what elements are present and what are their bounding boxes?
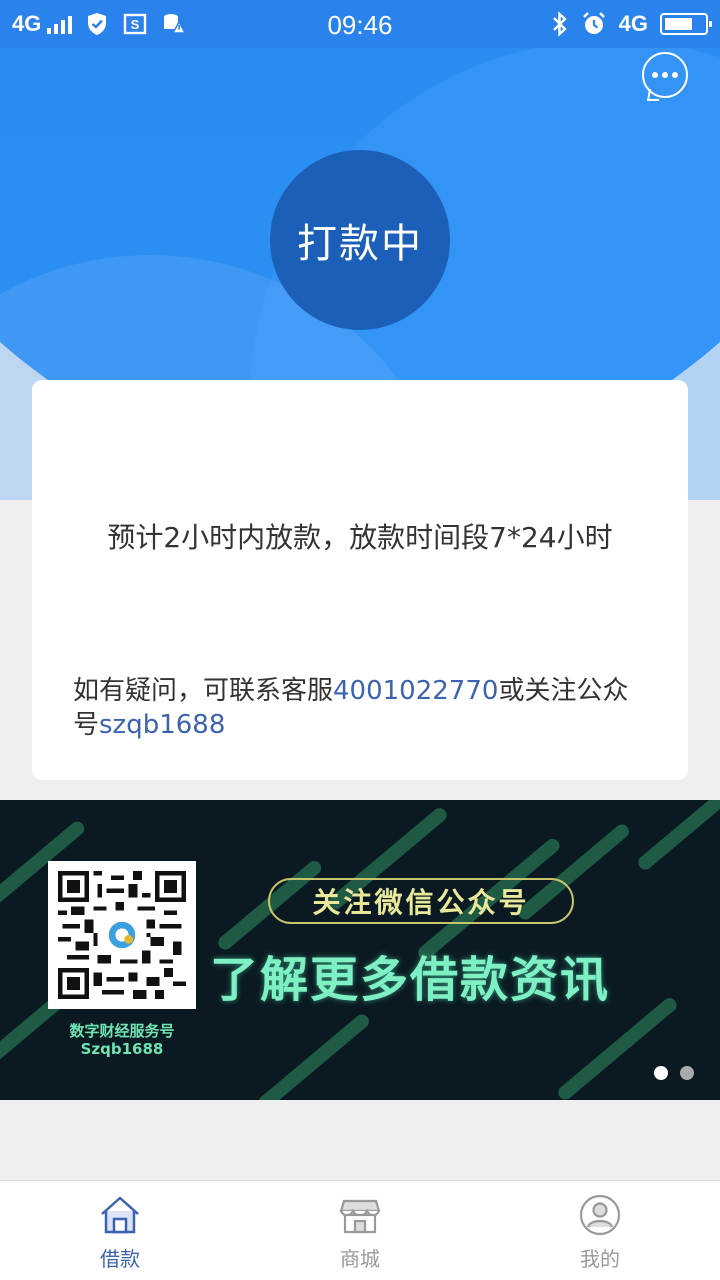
tab-borrow[interactable]: 借款: [0, 1181, 240, 1280]
contact-prefix: 如有疑问，可联系客服: [73, 676, 334, 706]
qr-code-image: [58, 871, 186, 999]
promo-banner[interactable]: 数字财经服务号 Szqb1688 关注微信公众号 了解更多借款资讯: [0, 800, 720, 1100]
status-bar: 4G S 09:46 4G: [0, 0, 720, 48]
contact-text: 如有疑问，可联系客服4001022770或关注公众号szqb1688: [73, 674, 650, 742]
tab-label: 借款: [100, 1247, 140, 1271]
signal-icon: [47, 14, 73, 34]
data-warning-icon: [164, 14, 187, 34]
battery-icon: [660, 13, 712, 35]
home-icon: [101, 1196, 139, 1234]
tab-mall[interactable]: 商城: [240, 1181, 480, 1280]
qr-code: [48, 861, 196, 1009]
shop-icon: [339, 1199, 381, 1234]
shield-icon: [88, 13, 107, 35]
eta-text: 预计2小时内放款，放款时间段7*24小时: [107, 521, 613, 554]
status-circle: 打款中: [270, 150, 450, 330]
alarm-icon: [582, 12, 605, 34]
banner-tag: 关注微信公众号: [268, 878, 574, 924]
tab-label: 我的: [580, 1247, 620, 1271]
profile-icon: [579, 1194, 621, 1236]
tab-profile[interactable]: 我的: [480, 1181, 720, 1280]
status-label: 打款中: [297, 221, 423, 267]
svg-text:S: S: [131, 17, 140, 32]
carousel-dot[interactable]: [654, 1066, 668, 1080]
more-chat-icon[interactable]: [642, 52, 688, 98]
network-type-right: 4G: [618, 11, 648, 36]
banner-decor-stripe: [555, 995, 680, 1100]
wechat-id-link[interactable]: szqb1688: [99, 710, 225, 740]
qr-caption: 数字财经服务号 Szqb1688: [40, 1022, 204, 1058]
info-card: 预计2小时内放款，放款时间段7*24小时 如有疑问，可联系客服400102277…: [32, 380, 688, 780]
tab-label: 商城: [340, 1247, 380, 1271]
network-type: 4G: [12, 11, 42, 36]
banner-decor-stripe: [255, 1011, 372, 1100]
qr-caption-line2: Szqb1688: [80, 1040, 164, 1058]
qr-caption-line1: 数字财经服务号: [69, 1022, 175, 1040]
banner-headline: 了解更多借款资讯: [210, 952, 611, 1008]
bottom-tab-bar: 借款 商城 我的: [0, 1180, 720, 1280]
screenshot-icon: S: [124, 13, 147, 35]
bluetooth-icon: [552, 11, 567, 37]
service-phone-link[interactable]: 4001022770: [333, 676, 498, 706]
carousel-dot[interactable]: [680, 1066, 694, 1080]
banner-decor-stripe: [635, 800, 720, 873]
carousel-dots: [654, 1066, 694, 1080]
